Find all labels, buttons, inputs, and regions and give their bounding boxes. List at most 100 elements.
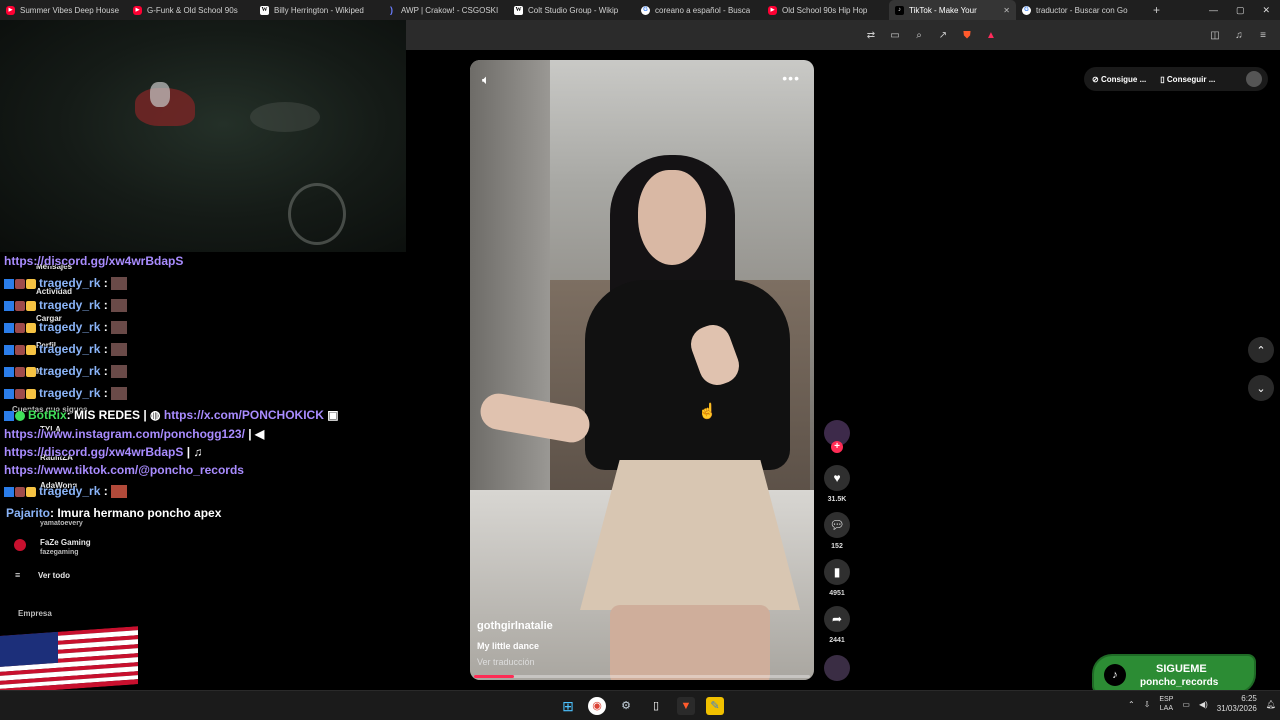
download-icon[interactable]: ⇩ xyxy=(1144,700,1151,709)
steam-icon[interactable]: ⚙ xyxy=(617,697,635,715)
chat-emote xyxy=(110,387,127,401)
follow-plus-icon[interactable]: + xyxy=(831,441,843,453)
chat-username[interactable]: tragedy_rk xyxy=(39,386,100,400)
speaker-icon: | ◀ xyxy=(244,427,265,441)
share-arrow-icon[interactable]: ➦ xyxy=(824,606,850,632)
wikipedia-icon: W xyxy=(260,5,269,15)
chat-username[interactable]: tragedy_rk xyxy=(39,342,100,356)
chat-emote xyxy=(110,343,127,357)
creator-avatar[interactable]: + xyxy=(824,420,850,453)
music-disc-icon[interactable] xyxy=(824,655,850,681)
moon-icon: ) xyxy=(390,5,393,15)
volume-tray-icon[interactable]: ◀) xyxy=(1199,700,1208,709)
browser-tab-title: coreano a español - Busca xyxy=(655,5,751,15)
following-handle-faze: fazegaming xyxy=(40,549,79,556)
minimize-icon[interactable]: — xyxy=(1209,5,1218,16)
zoom-icon[interactable]: ⌕ xyxy=(912,30,926,41)
chat-message: : Imura hermano poncho apex xyxy=(50,506,222,520)
browser-tab-title: TikTok - Make Your xyxy=(909,5,977,15)
video-person-face xyxy=(638,170,706,265)
browser-tab[interactable]: ▶ Old School 90s Hip Hop xyxy=(762,0,889,20)
get-coins-button[interactable]: ⊘ Consigue ... xyxy=(1092,75,1146,84)
chat-discord-link[interactable]: https://discord.gg/xw4wrBdapS xyxy=(4,445,183,459)
sidebar-toggle-icon[interactable]: ◫ xyxy=(1208,30,1222,41)
sigueme-handle: poncho_records xyxy=(1140,677,1219,688)
chat-username[interactable]: tragedy_rk xyxy=(39,320,100,334)
language-indicator[interactable]: ESP LAA xyxy=(1159,695,1173,713)
windows-start-icon[interactable]: ⊞ xyxy=(559,697,577,715)
translate-icon[interactable]: ⇄ xyxy=(864,30,878,41)
chat-username[interactable]: tragedy_rk xyxy=(39,276,100,290)
chevron-up-icon[interactable]: ⌃ xyxy=(1128,700,1135,709)
video-player[interactable]: 🔈︎ ••• gothgirlnatalie My little dance V… xyxy=(470,60,814,680)
get-app-button[interactable]: ▯ Conseguir ... xyxy=(1160,75,1215,84)
chat-bot-line: https://www.instagram.com/ponchogg123/ |… xyxy=(4,427,264,441)
flag-canton xyxy=(0,631,58,667)
following-handle-pajarito: yamatoevery xyxy=(40,520,83,527)
browser-tab[interactable]: ♪ TikTok - Make Your ✕ xyxy=(889,0,1016,20)
browser-tab[interactable]: W Billy Herrington - Wikiped xyxy=(254,0,381,20)
see-all-link[interactable]: Ver todo xyxy=(38,571,70,580)
brave-shield-icon[interactable]: ⛊ xyxy=(960,30,974,41)
share-count: 2441 xyxy=(829,637,845,644)
chat-badges xyxy=(4,300,36,311)
chat-username[interactable]: Pajarito xyxy=(6,506,50,520)
cast-icon[interactable]: ▭ xyxy=(888,30,902,41)
chat-username[interactable]: tragedy_rk xyxy=(39,364,100,378)
profile-avatar[interactable] xyxy=(1246,71,1262,87)
save-count: 4951 xyxy=(829,590,845,597)
chat-discord-link-top[interactable]: https://discord.gg/xw4wrBdapS xyxy=(4,254,183,268)
chat-bot-line: https://discord.gg/xw4wrBdapS | ♫ xyxy=(4,445,202,459)
more-options-icon[interactable]: ••• xyxy=(782,70,800,86)
volume-icon[interactable]: 🔈︎ xyxy=(482,72,490,88)
browser-tab[interactable]: W Colt Studio Group - Wikip xyxy=(508,0,635,20)
following-name-faze[interactable]: FaZe Gaming xyxy=(40,538,91,547)
video-progress-bar[interactable] xyxy=(474,675,810,678)
next-video-button[interactable]: ⌄ xyxy=(1248,375,1274,401)
menu-icon[interactable]: ≡ xyxy=(1256,30,1270,41)
browser-tab[interactable]: ▶ G-Funk & Old School 90s xyxy=(127,0,254,20)
like-count: 31.5K xyxy=(827,496,847,503)
heart-icon[interactable]: ♥ xyxy=(824,465,850,491)
video-author[interactable]: gothgirlnatalie xyxy=(477,620,553,632)
browser-tab[interactable]: ▶ Summer Vibes Deep House xyxy=(0,0,127,20)
notification-icon[interactable]: 🔔︎ xyxy=(1266,700,1276,709)
comment-icon[interactable]: 💬︎ xyxy=(824,512,850,538)
browser-tab-strip: ▶ Summer Vibes Deep House ▶ G-Funk & Old Sc… xyxy=(0,0,1280,20)
brave-icon[interactable]: ▼ xyxy=(677,697,695,715)
share-icon[interactable]: ↗ xyxy=(936,30,950,41)
network-icon[interactable]: ▭ xyxy=(1182,700,1190,709)
camera-icon: ▣ xyxy=(323,408,339,422)
new-tab-icon[interactable]: + xyxy=(1143,3,1170,17)
chat-line: tragedy_rk : xyxy=(4,484,127,499)
footer-company[interactable]: Empresa xyxy=(18,609,52,618)
faze-avatar[interactable] xyxy=(14,539,26,551)
youtube-icon: ▶ xyxy=(133,5,142,15)
chat-tiktok-link[interactable]: https://www.tiktok.com/@poncho_records xyxy=(4,463,244,477)
file-icon[interactable]: ▯ xyxy=(647,697,665,715)
chrome-icon[interactable]: ◉ xyxy=(588,697,606,715)
bot-text: : MIS REDES | xyxy=(66,408,147,422)
brave-rewards-icon[interactable]: ▲ xyxy=(984,30,998,41)
clock[interactable]: 6:25 31/03/2026 xyxy=(1217,694,1257,714)
chat-username[interactable]: tragedy_rk xyxy=(39,298,100,312)
chat-line: tragedy_rk : xyxy=(4,320,127,335)
chat-bot-line: BotRix: MIS REDES | ◍ https://x.com/PONC… xyxy=(4,408,339,422)
maximize-icon[interactable]: ▢ xyxy=(1236,5,1245,16)
app-icon[interactable]: ✎ xyxy=(706,697,724,715)
media-icon[interactable]: ♫ xyxy=(1232,30,1246,41)
chat-badges xyxy=(4,344,36,355)
see-translation-link[interactable]: Ver traducción xyxy=(477,657,535,667)
close-window-icon[interactable]: ✕ xyxy=(1262,5,1270,16)
chat-emote xyxy=(110,277,127,291)
chat-x-link[interactable]: https://x.com/PONCHOKICK xyxy=(164,408,324,422)
previous-video-button[interactable]: ⌃ xyxy=(1248,337,1274,363)
bookmark-icon[interactable]: ▮ xyxy=(824,559,850,585)
browser-tab[interactable]: Gcoreano a español - Busca xyxy=(635,0,762,20)
bot-username[interactable]: BotRix xyxy=(28,408,67,422)
chat-username[interactable]: tragedy_rk xyxy=(39,484,100,498)
close-tab-icon[interactable]: ✕ xyxy=(999,6,1010,15)
chat-instagram-link[interactable]: https://www.instagram.com/ponchogg123/ xyxy=(4,427,245,441)
browser-tab[interactable]: ) AWP | Crakow! - CSGOSKI xyxy=(381,0,508,20)
browser-tab[interactable]: Gtraductor - Buscar con Go xyxy=(1016,0,1143,20)
